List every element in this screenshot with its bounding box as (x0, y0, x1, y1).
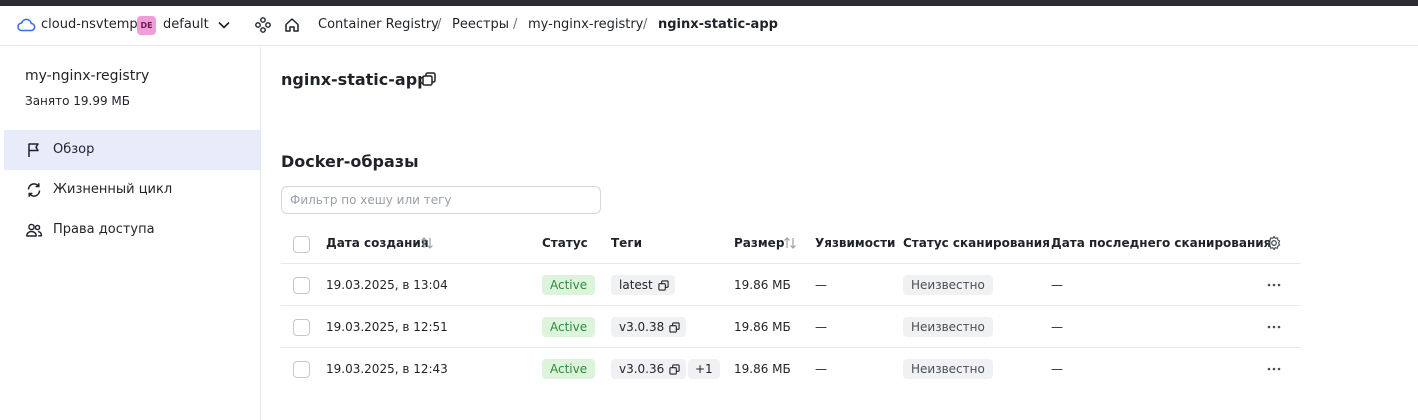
sidebar-item-label: Жизненный цикл (53, 182, 173, 197)
sidebar-item-label: Права доступа (53, 222, 155, 237)
last-scan-date: — (1051, 320, 1063, 334)
more-actions-icon[interactable] (1266, 319, 1282, 335)
sidebar: my-nginx-registry Занято 19.99 МБ Обзор … (0, 47, 261, 420)
sort-icon[interactable] (783, 236, 797, 250)
breadcrumb-registry[interactable]: my-nginx-registry (528, 17, 643, 33)
tag-chip[interactable]: v3.0.38 (611, 317, 687, 337)
cloud-name[interactable]: cloud-nsvtemp (41, 17, 138, 33)
more-actions-icon[interactable] (1266, 277, 1282, 293)
row-checkbox[interactable] (293, 319, 310, 336)
breadcrumb-separator: / (513, 17, 518, 32)
column-header-scan-status: Статус сканирования (903, 236, 1050, 250)
folder-name[interactable]: default (163, 17, 209, 33)
last-scan-date: — (1051, 362, 1063, 376)
sidebar-item-overview[interactable]: Обзор (4, 130, 260, 170)
copy-icon[interactable] (421, 71, 437, 87)
sort-icon[interactable] (420, 236, 434, 250)
home-icon[interactable] (283, 16, 301, 34)
scan-status-badge: Неизвестно (903, 275, 993, 295)
cloud-icon[interactable] (16, 17, 36, 33)
vulnerabilities: — (815, 320, 827, 334)
extra-tags-badge[interactable]: +1 (688, 359, 720, 379)
section-title: Docker-образы (281, 152, 419, 171)
filter-input[interactable] (281, 186, 601, 214)
column-header-vulnerabilities: Уязвимости (815, 236, 896, 250)
vulnerabilities: — (815, 278, 827, 292)
page-title: nginx-static-app (281, 70, 429, 89)
column-header-tags: Теги (611, 236, 643, 250)
tag-chip[interactable]: v3.0.36 (611, 359, 687, 379)
registry-usage: Занято 19.99 МБ (25, 94, 131, 108)
column-header-size[interactable]: Размер (734, 235, 784, 251)
sidebar-item-label: Обзор (53, 142, 95, 157)
table-divider (281, 263, 1301, 264)
last-scan-date: — (1051, 278, 1063, 292)
tag-chip[interactable]: latest (611, 275, 675, 295)
copy-icon[interactable] (669, 363, 680, 375)
tag-label: v3.0.36 (619, 362, 665, 376)
created-date: 19.03.2025, в 12:51 (326, 320, 448, 334)
image-size: 19.86 МБ (734, 278, 791, 292)
created-date: 19.03.2025, в 13:04 (326, 278, 448, 292)
column-header-status: Статус (542, 236, 588, 250)
breadcrumb-current: nginx-static-app (658, 17, 778, 32)
row-checkbox[interactable] (293, 361, 310, 378)
scan-status-badge: Неизвестно (903, 359, 993, 379)
column-header-created[interactable]: Дата создания (326, 235, 429, 251)
sidebar-item-access[interactable]: Права доступа (4, 210, 260, 250)
image-size: 19.86 МБ (734, 362, 791, 376)
chevron-down-icon[interactable] (217, 19, 231, 31)
tag-label: v3.0.38 (619, 320, 665, 334)
more-actions-icon[interactable] (1266, 361, 1282, 377)
copy-icon[interactable] (669, 321, 680, 333)
tag-label: latest (619, 278, 653, 292)
gear-icon[interactable] (1266, 235, 1282, 251)
copy-icon[interactable] (658, 279, 669, 291)
breadcrumb-separator: / (643, 17, 648, 32)
status-badge: Active (542, 275, 596, 295)
select-all-checkbox[interactable] (293, 236, 310, 253)
refresh-icon (27, 183, 41, 197)
table-divider (281, 347, 1301, 348)
users-icon (26, 223, 43, 237)
breadcrumb-registries[interactable]: Реестры (452, 17, 509, 33)
vulnerabilities: — (815, 362, 827, 376)
scan-status-badge: Неизвестно (903, 317, 993, 337)
services-icon[interactable] (254, 16, 272, 34)
column-header-last-scan: Дата последнего сканирования (1051, 236, 1272, 250)
image-size: 19.86 МБ (734, 320, 791, 334)
table-divider (281, 305, 1301, 306)
status-badge: Active (542, 317, 596, 337)
breadcrumb-separator: / (437, 17, 442, 32)
status-badge: Active (542, 359, 596, 379)
sidebar-item-lifecycle[interactable]: Жизненный цикл (4, 170, 260, 210)
top-header: cloud-nsvtemp DE default Container Regis… (0, 6, 1418, 46)
created-date: 19.03.2025, в 12:43 (326, 362, 448, 376)
folder-badge: DE (137, 16, 156, 35)
row-checkbox[interactable] (293, 277, 310, 294)
breadcrumb-container-registry[interactable]: Container Registry (318, 17, 439, 33)
registry-title: my-nginx-registry (25, 68, 150, 84)
flag-icon (28, 143, 39, 157)
